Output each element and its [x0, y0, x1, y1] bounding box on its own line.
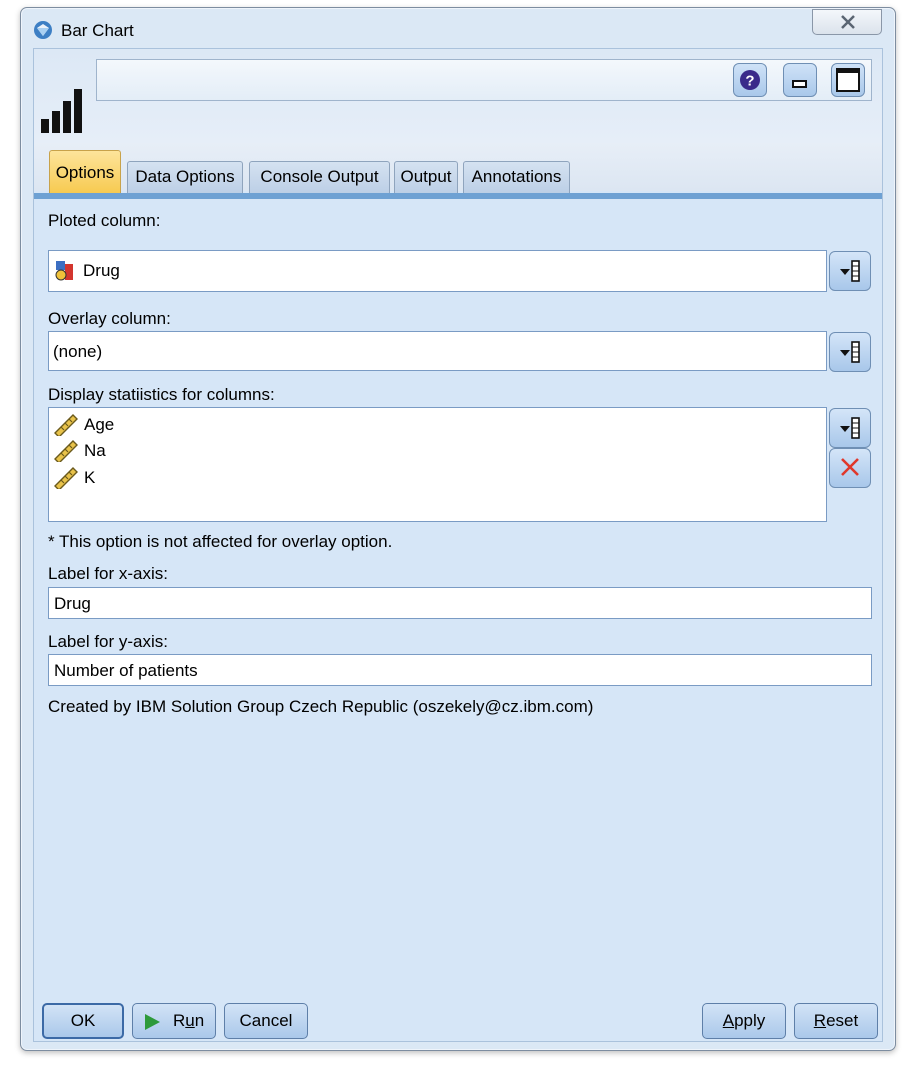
run-button[interactable]: Run — [132, 1003, 216, 1039]
tab-output[interactable]: Output — [394, 161, 458, 193]
dialog-body: ? Options Data Options Console Output Ou… — [33, 48, 883, 1042]
x-axis-label-caption: Label for x-axis: — [48, 564, 168, 583]
credit-text: Created by IBM Solution Group Czech Repu… — [48, 697, 594, 716]
bar-chart-dialog: Bar Chart ? Options Data Options Console… — [20, 7, 896, 1051]
close-button[interactable] — [812, 9, 882, 35]
minimize-button[interactable] — [783, 63, 817, 97]
statistics-columns-picker[interactable] — [829, 408, 871, 448]
list-item-label: K — [84, 468, 96, 487]
y-axis-label-caption: Label for y-axis: — [48, 632, 168, 651]
plotted-column-picker[interactable] — [829, 251, 871, 291]
tab-console-output[interactable]: Console Output — [249, 161, 390, 193]
overlay-note: * This option is not affected for overla… — [48, 532, 393, 551]
minimize-icon — [792, 80, 807, 88]
cancel-button[interactable]: Cancel — [224, 1003, 308, 1039]
help-button[interactable]: ? — [733, 63, 767, 97]
plotted-column-label: Ploted column: — [48, 211, 161, 230]
overlay-column-value: (none) — [53, 342, 103, 361]
list-item-label: Age — [84, 415, 115, 434]
header-area: ? — [34, 49, 882, 143]
close-icon — [841, 15, 855, 29]
bar-chart-icon — [41, 89, 82, 133]
plotted-column-field[interactable]: Drug — [48, 250, 827, 292]
play-icon — [145, 1014, 160, 1030]
ruler-icon — [54, 440, 78, 462]
ok-button[interactable]: OK — [42, 1003, 124, 1039]
help-icon: ? — [740, 70, 760, 90]
x-axis-label-input[interactable]: Drug — [48, 587, 872, 619]
list-item-label: Na — [84, 441, 106, 460]
tab-divider — [34, 193, 882, 199]
node-name-box: ? — [96, 59, 872, 101]
maximize-button[interactable] — [831, 63, 865, 97]
svg-text:?: ? — [745, 73, 754, 90]
overlay-column-picker[interactable] — [829, 332, 871, 372]
tab-annotations[interactable]: Annotations — [463, 161, 570, 193]
tab-data-options[interactable]: Data Options — [127, 161, 243, 193]
overlay-column-label: Overlay column: — [48, 309, 171, 328]
field-picker-icon — [840, 341, 860, 363]
overlay-column-field[interactable]: (none) — [48, 331, 827, 371]
statistics-columns-label: Display statiistics for columns: — [48, 385, 275, 404]
title-bar: Bar Chart — [21, 8, 895, 48]
window-title: Bar Chart — [61, 21, 134, 40]
remove-column-button[interactable] — [829, 448, 871, 488]
field-picker-icon — [840, 260, 860, 282]
y-axis-label-value: Number of patients — [54, 661, 198, 680]
run-button-label: Run — [173, 1011, 205, 1030]
delete-icon — [841, 458, 859, 476]
tab-bar: Options Data Options Console Output Outp… — [34, 143, 882, 195]
ruler-icon — [54, 414, 78, 436]
field-picker-icon — [840, 417, 860, 439]
maximize-icon — [836, 68, 860, 92]
apply-button[interactable]: Apply — [702, 1003, 786, 1039]
x-axis-label-value: Drug — [54, 594, 91, 613]
plotted-column-value: Drug — [83, 261, 120, 280]
set-type-icon — [55, 261, 73, 281]
statistics-columns-list[interactable]: Age Na K — [48, 407, 827, 522]
reset-button[interactable]: Reset — [794, 1003, 878, 1039]
tab-options[interactable]: Options — [49, 150, 121, 195]
ruler-icon — [54, 467, 78, 489]
gem-icon — [33, 20, 53, 40]
y-axis-label-input[interactable]: Number of patients — [48, 654, 872, 686]
